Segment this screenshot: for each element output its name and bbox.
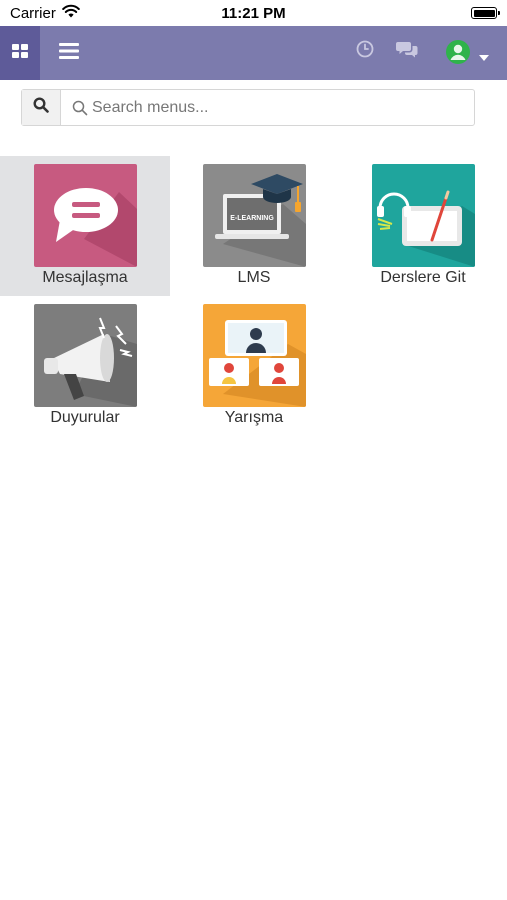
top-navbar (0, 26, 507, 80)
messages-chat-icon[interactable] (396, 40, 418, 63)
search-icon (33, 97, 49, 118)
status-time: 11:21 PM (221, 5, 286, 22)
hamburger-icon (59, 42, 79, 64)
user-menu-button[interactable] (446, 40, 490, 68)
app-label: Mesajlaşma (42, 269, 128, 286)
elearning-badge-text: E-LEARNING (230, 215, 274, 222)
search-button[interactable] (22, 90, 61, 125)
battery-icon (471, 7, 500, 19)
app-label: Duyurular (50, 409, 120, 426)
apps-menu-button[interactable] (0, 26, 40, 80)
app-label: LMS (237, 269, 271, 286)
chat-bubble-icon (34, 164, 137, 267)
status-bar: Carrier 11:21 PM (0, 0, 507, 26)
elearning-laptop-icon: E-LEARNING (203, 164, 306, 267)
caret-down-icon (479, 48, 489, 66)
apps-grid-icon (12, 43, 28, 63)
search-bar (21, 89, 475, 126)
app-label: Yarışma (224, 409, 284, 426)
app-label: Derslere Git (380, 269, 466, 286)
search-input[interactable] (68, 90, 468, 125)
app-tile-mesajlasma[interactable]: Mesajlaşma (0, 156, 170, 296)
app-tile-derslere-git[interactable]: Derslere Git (338, 156, 507, 296)
megaphone-icon (34, 304, 137, 407)
user-avatar-icon (446, 40, 470, 69)
app-tile-lms[interactable]: E-LEARNING LMS (169, 156, 339, 296)
tablet-lesson-icon (372, 164, 475, 267)
app-tile-yarisma[interactable]: Yarışma (169, 296, 339, 436)
app-tile-duyurular[interactable]: Duyurular (0, 296, 170, 436)
activity-clock-icon[interactable] (356, 40, 374, 63)
main-menu-button[interactable] (52, 26, 86, 80)
competition-icon (203, 304, 306, 407)
